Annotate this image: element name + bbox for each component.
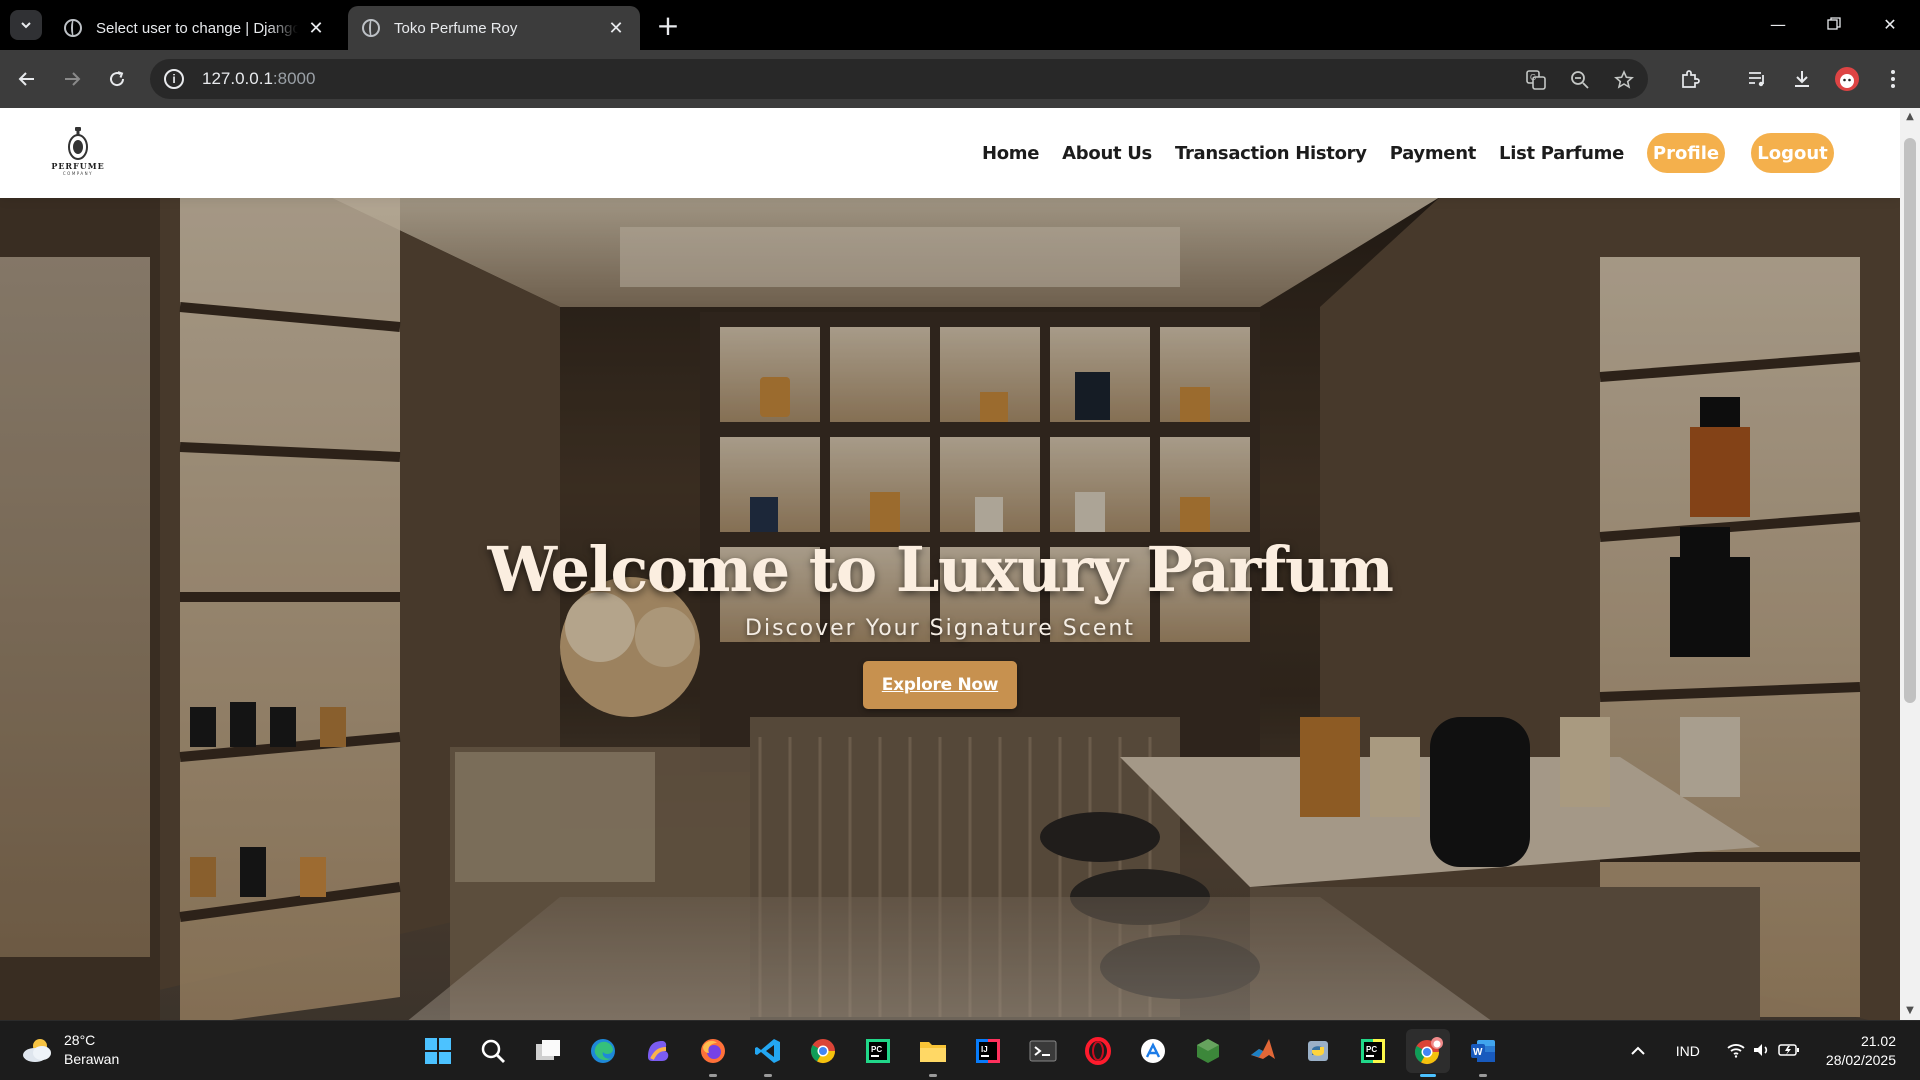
clock-time: 21.02 — [1860, 1033, 1896, 1049]
nav-links: Home About Us Transaction History Paymen… — [982, 108, 1900, 198]
media-control-icon[interactable] — [1740, 62, 1774, 96]
site-info-icon[interactable]: i — [164, 69, 184, 89]
volume-icon[interactable] — [1752, 1042, 1772, 1061]
hero-section: Welcome to Luxury Parfum Discover Your S… — [0, 197, 1900, 1020]
profile-avatar-icon[interactable] — [1830, 62, 1864, 96]
svg-text:PC: PC — [1366, 1045, 1377, 1054]
battery-icon[interactable] — [1778, 1043, 1800, 1060]
download-icon[interactable] — [1785, 62, 1819, 96]
restore-icon[interactable] — [1806, 0, 1862, 48]
windows-taskbar: 28°C Berawan PC IJ PC W IND 21.02 28/02/… — [0, 1020, 1920, 1080]
tab-search-button[interactable] — [10, 10, 42, 40]
site-logo[interactable]: PERFUME COMPANY — [48, 126, 108, 178]
url-text: 127.0.0.1:8000 — [202, 69, 316, 88]
taskbar-apps: PC IJ PC W — [416, 1029, 1516, 1077]
cloudy-weather-icon — [23, 1039, 51, 1062]
nav-list-parfume[interactable]: List Parfume — [1499, 143, 1624, 164]
site-navbar: PERFUME COMPANY Home About Us Transactio… — [0, 108, 1900, 198]
bookmark-star-icon[interactable] — [1612, 68, 1636, 92]
globe-icon — [362, 19, 380, 37]
python-icon[interactable] — [1296, 1029, 1340, 1073]
hero-subtitle: Discover Your Signature Scent — [745, 616, 1135, 641]
forward-icon[interactable] — [55, 62, 89, 96]
firefox-icon[interactable] — [691, 1029, 735, 1077]
nav-home[interactable]: Home — [982, 143, 1040, 164]
nav-payment[interactable]: Payment — [1390, 143, 1477, 164]
close-tab-icon[interactable]: ✕ — [306, 18, 326, 38]
word-icon[interactable]: W — [1461, 1029, 1505, 1077]
svg-text:PC: PC — [871, 1045, 882, 1054]
scroll-up-icon[interactable]: ▲ — [1905, 112, 1915, 122]
windows-start-icon[interactable] — [416, 1029, 460, 1073]
nav-transaction-history[interactable]: Transaction History — [1175, 143, 1367, 164]
explore-now-button[interactable]: Explore Now — [863, 661, 1017, 709]
hero-content: Welcome to Luxury Parfum Discover Your S… — [0, 533, 1880, 709]
logo-text: PERFUME — [51, 161, 105, 171]
nodejs-icon[interactable] — [1186, 1029, 1230, 1073]
reload-icon[interactable] — [100, 62, 134, 96]
svg-text:IJ: IJ — [981, 1045, 988, 1054]
nav-about-us[interactable]: About Us — [1062, 143, 1152, 164]
extensions-icon[interactable] — [1673, 62, 1707, 96]
vscode-icon[interactable] — [746, 1029, 790, 1077]
intellij-icon[interactable]: IJ — [966, 1029, 1010, 1073]
svg-text:W: W — [1473, 1047, 1483, 1058]
scrollbar-thumb[interactable] — [1904, 138, 1916, 703]
clock-date: 28/02/2025 — [1825, 1052, 1896, 1068]
browser-tab-strip: Select user to change | Django site admi… — [0, 0, 1920, 50]
chevron-down-icon — [21, 22, 31, 29]
logout-button[interactable]: Logout — [1751, 133, 1834, 173]
profile-button[interactable]: Profile — [1647, 133, 1725, 173]
system-tray: IND 21.02 28/02/2025 — [1630, 1021, 1920, 1080]
chevron-up-icon[interactable] — [1630, 1043, 1646, 1059]
chrome-icon[interactable] — [801, 1029, 845, 1073]
new-tab-button[interactable]: + — [652, 9, 684, 42]
opera-icon[interactable] — [1076, 1029, 1120, 1073]
logo-subtext: COMPANY — [62, 171, 94, 176]
browser-toolbar: i 127.0.0.1:8000 G — [0, 50, 1920, 108]
translate-icon[interactable]: G — [1524, 68, 1548, 92]
pycharm-pro-icon[interactable]: PC — [1351, 1029, 1395, 1073]
chrome-profile-icon[interactable] — [1406, 1029, 1450, 1077]
tab-title: Select user to change | Django site admi… — [96, 19, 298, 37]
weather-description: Berawan — [64, 1051, 120, 1067]
language-indicator[interactable]: IND — [1676, 1043, 1700, 1059]
menu-dots-icon[interactable] — [1876, 62, 1910, 96]
tab-django-admin[interactable]: Select user to change | Django site admi… — [50, 6, 340, 50]
tab-title: Toko Perfume Roy — [394, 19, 518, 37]
close-tab-icon[interactable]: ✕ — [606, 18, 626, 38]
wifi-icon[interactable] — [1726, 1042, 1746, 1061]
terminal-icon[interactable] — [1021, 1029, 1065, 1073]
copilot-icon[interactable] — [636, 1029, 680, 1073]
close-window-icon[interactable]: ✕ — [1862, 0, 1918, 48]
perfume-bottle-icon — [68, 127, 88, 160]
page-viewport: PERFUME COMPANY Home About Us Transactio… — [0, 108, 1900, 1020]
task-view-icon[interactable] — [526, 1029, 570, 1073]
weather-temperature: 28°C — [64, 1032, 96, 1048]
search-icon[interactable] — [471, 1029, 515, 1073]
file-explorer-icon[interactable] — [911, 1029, 955, 1077]
globe-icon — [64, 19, 82, 37]
edge-icon[interactable] — [581, 1029, 625, 1073]
page-scrollbar[interactable]: ▲ ▼ — [1900, 108, 1920, 1020]
tab-toko-perfume[interactable]: Toko Perfume Roy ✕ — [348, 6, 640, 50]
hero-title: Welcome to Luxury Parfum — [487, 533, 1394, 606]
back-icon[interactable] — [10, 62, 44, 96]
system-clock[interactable]: 21.02 28/02/2025 — [1826, 1032, 1896, 1070]
minimize-icon[interactable]: — — [1750, 0, 1806, 48]
scroll-down-icon[interactable]: ▼ — [1905, 1006, 1915, 1016]
weather-widget[interactable]: 28°C Berawan — [20, 1031, 119, 1069]
pycharm-icon[interactable]: PC — [856, 1029, 900, 1073]
svg-text:G: G — [1530, 73, 1536, 82]
matlab-icon[interactable] — [1241, 1029, 1285, 1073]
address-bar[interactable]: i 127.0.0.1:8000 G — [150, 59, 1648, 99]
zoom-icon[interactable] — [1568, 68, 1592, 92]
altstore-icon[interactable] — [1131, 1029, 1175, 1073]
